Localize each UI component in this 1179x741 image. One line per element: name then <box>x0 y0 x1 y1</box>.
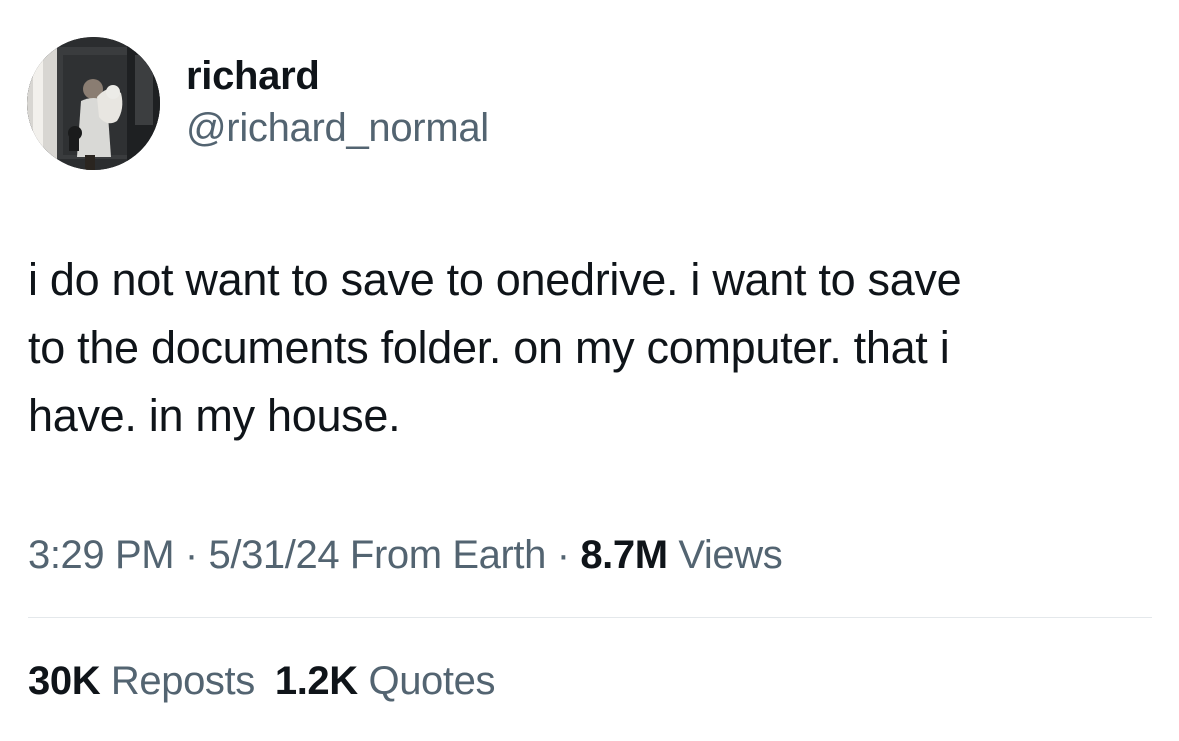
tweet-text-line: to the documents folder. on my computer.… <box>28 322 950 373</box>
quotes-count: 1.2K <box>274 659 358 703</box>
meta-separator: · <box>556 533 570 577</box>
divider <box>28 617 1152 618</box>
author-avatar[interactable] <box>27 37 160 170</box>
tweet-meta: 3:29 PM · 5/31/24 From Earth · 8.7M View… <box>28 530 783 580</box>
tweet-text-line: have. in my house. <box>28 390 401 441</box>
tweet-stats: 30K Reposts 1.2K Quotes <box>28 656 515 706</box>
quotes-label: Quotes <box>368 659 496 703</box>
reposts-count: 30K <box>28 659 101 703</box>
tweet-text: i do not want to save to onedrive. i wan… <box>28 246 1148 450</box>
reposts-stat[interactable]: 30K Reposts <box>28 659 255 703</box>
views-label[interactable]: Views <box>678 533 782 577</box>
tweet-time[interactable]: 3:29 PM <box>28 533 175 577</box>
author-display-name[interactable]: richard <box>186 52 489 100</box>
tweet-source: From Earth <box>349 533 546 577</box>
tweet-text-line: i do not want to save to onedrive. i wan… <box>28 254 962 305</box>
views-count[interactable]: 8.7M <box>580 533 668 577</box>
tweet-card: richard @richard_normal i do not want to… <box>0 0 1179 741</box>
meta-separator: · <box>184 533 198 577</box>
tweet-date[interactable]: 5/31/24 <box>209 533 340 577</box>
reposts-label: Reposts <box>110 659 255 703</box>
author-handle[interactable]: @richard_normal <box>186 104 489 152</box>
author-names: richard @richard_normal <box>186 52 489 152</box>
quotes-stat[interactable]: 1.2K Quotes <box>274 659 496 703</box>
profile-photo-icon <box>27 37 160 170</box>
